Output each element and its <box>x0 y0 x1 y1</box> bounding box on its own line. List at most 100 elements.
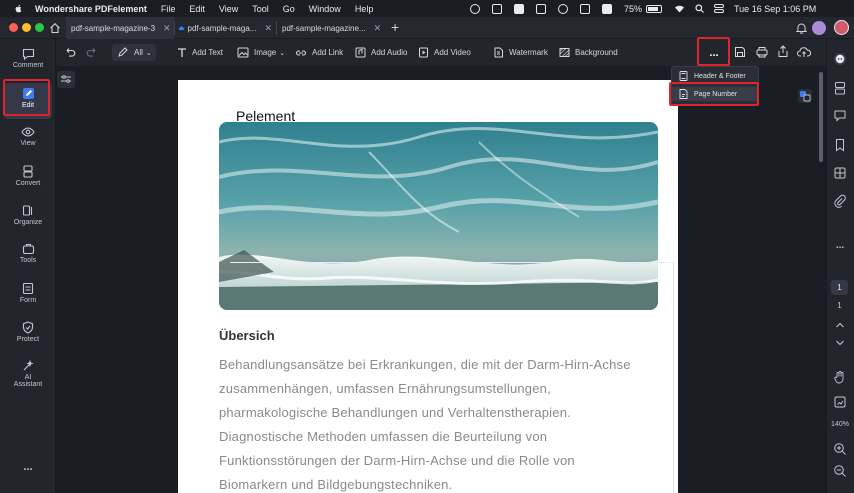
new-tab-button[interactable]: + <box>391 19 399 35</box>
attachment-icon[interactable] <box>833 194 847 208</box>
zoom-in-icon[interactable] <box>833 442 847 456</box>
tab-pdf-sample-magazine-3[interactable]: pdf-sample-magazine-3 ✕ <box>66 17 174 39</box>
profile-avatar[interactable] <box>834 20 849 35</box>
body-text-line[interactable]: Funktionsstörungen der Darm-Hirn-Achse u… <box>219 453 575 468</box>
status-app-icon-6[interactable] <box>580 3 590 14</box>
notification-bell-icon[interactable] <box>796 22 807 34</box>
sidebar-item-label: Tools <box>19 257 37 264</box>
translate-icon <box>800 91 811 102</box>
sidebar-item-edit[interactable]: Edit <box>4 83 52 119</box>
menu-item-header-footer[interactable]: Header & Footer <box>679 69 746 83</box>
add-link-button[interactable]: Add Link <box>295 44 343 61</box>
zoom-out-icon[interactable] <box>833 464 847 478</box>
wifi-icon[interactable] <box>674 4 685 13</box>
close-window-button[interactable] <box>9 23 18 32</box>
body-text-line[interactable]: Behandlungsansätze bei Erkrankungen, die… <box>219 357 631 372</box>
body-text-line[interactable]: Biomarkern und Bildgebungstechniken. <box>219 477 452 492</box>
organize-icon <box>22 205 33 216</box>
sidebar-item-organize[interactable]: Organize <box>4 200 52 236</box>
redo-icon[interactable] <box>86 46 98 58</box>
sidebar-item-label: Form <box>19 297 37 304</box>
ai-translate-float-button[interactable] <box>798 89 812 103</box>
add-link-label: Add Link <box>312 48 344 57</box>
thumbnails-icon[interactable] <box>833 81 847 95</box>
battery-icon[interactable] <box>646 4 663 13</box>
status-app-icon-4[interactable] <box>536 3 546 14</box>
status-app-icon-3[interactable] <box>514 3 524 14</box>
menu-window[interactable]: Window <box>309 4 341 14</box>
add-text-label: Add Text <box>192 48 223 57</box>
zoom-window-button[interactable] <box>35 23 44 32</box>
sidebar-more-button[interactable]: ... <box>4 461 52 479</box>
page-number-input[interactable]: 1 <box>831 280 848 295</box>
more-tools-button[interactable]: ... <box>702 44 726 61</box>
page-down-icon[interactable] <box>833 336 847 350</box>
close-tab-icon[interactable]: ✕ <box>264 23 272 34</box>
image-dropdown-button[interactable]: Image ⌄ <box>237 44 285 61</box>
cloud-upload-icon[interactable] <box>797 46 811 58</box>
close-tab-icon[interactable]: ✕ <box>163 23 171 34</box>
menu-edit[interactable]: Edit <box>189 4 205 14</box>
menu-item-page-number[interactable]: Page Number <box>671 87 757 101</box>
tab-pdf-sample-magazine-other[interactable]: pdf-sample-magazine... ✕ <box>282 17 382 39</box>
comments-panel-icon[interactable] <box>833 109 847 123</box>
watermark-button[interactable]: Watermark <box>493 44 548 61</box>
right-more-button[interactable]: ... <box>833 240 847 251</box>
status-app-icon-1[interactable] <box>470 3 480 14</box>
close-tab-icon[interactable]: ✕ <box>374 23 382 34</box>
add-text-button[interactable]: Add Text <box>177 44 223 61</box>
menu-go[interactable]: Go <box>283 4 295 14</box>
page-number-icon <box>679 89 688 99</box>
page-number-label: Page Number <box>694 90 738 98</box>
add-video-button[interactable]: Add Video <box>418 44 471 61</box>
page-up-icon[interactable] <box>833 318 847 332</box>
menu-tool[interactable]: Tool <box>252 4 269 14</box>
spotlight-search-icon[interactable] <box>695 4 704 13</box>
apple-logo-icon[interactable] <box>14 4 23 14</box>
sidebar-item-protect[interactable]: Protect <box>4 317 52 353</box>
ocean-wave-photo <box>219 122 658 310</box>
background-label: Background <box>575 48 618 57</box>
control-center-icon[interactable] <box>714 4 725 13</box>
add-audio-button[interactable]: Add Audio <box>355 44 407 61</box>
fit-page-icon[interactable] <box>833 395 847 409</box>
sidebar-item-label: Protect <box>16 336 40 343</box>
share-icon[interactable] <box>777 45 789 58</box>
background-button[interactable]: Background <box>559 44 618 61</box>
status-app-icon-7[interactable] <box>602 3 612 14</box>
datetime-label[interactable]: Tue 16 Sep 1:06 PM <box>734 4 816 14</box>
properties-panel-button[interactable] <box>57 71 75 88</box>
print-icon[interactable] <box>756 46 768 58</box>
ocean-wave-image[interactable] <box>219 122 658 310</box>
sidebar-item-tools[interactable]: Tools <box>4 239 52 275</box>
body-text-line[interactable]: zusammenhängen, umfassen Ernährungsumste… <box>219 381 551 396</box>
home-icon[interactable] <box>49 22 61 34</box>
body-text-line[interactable]: pharmakologische Behandlungen und Verhal… <box>219 405 571 420</box>
sidebar-item-convert[interactable]: Convert <box>4 161 52 197</box>
menu-help[interactable]: Help <box>355 4 374 14</box>
hand-tool-icon[interactable] <box>833 370 847 384</box>
sidebar-item-view[interactable]: View <box>4 122 52 158</box>
undo-icon[interactable] <box>64 46 76 58</box>
tab-pdf-sample-maga-cloud[interactable]: pdf-sample-maga... ✕ <box>178 17 272 39</box>
select-all-dropdown[interactable]: All ⌄ <box>112 44 156 61</box>
fields-icon[interactable] <box>833 166 847 180</box>
body-text-line[interactable]: Diagnostische Methoden umfassen die Beur… <box>219 429 547 444</box>
menu-view[interactable]: View <box>219 4 238 14</box>
avatar[interactable] <box>812 21 826 35</box>
page-title[interactable]: Pelement <box>236 108 295 124</box>
scrollbar-thumb[interactable] <box>819 72 823 162</box>
bookmark-icon[interactable] <box>833 138 847 152</box>
status-app-icon-2[interactable] <box>492 3 502 14</box>
save-icon[interactable] <box>734 46 746 58</box>
menu-file[interactable]: File <box>161 4 176 14</box>
sidebar-item-ai-assistant[interactable]: AI Assistant <box>4 356 52 396</box>
status-app-icon-5[interactable] <box>558 3 568 14</box>
zoom-level-label[interactable]: 140% <box>827 421 853 428</box>
sidebar-item-form[interactable]: Form <box>4 278 52 314</box>
ai-chat-icon[interactable] <box>833 52 847 66</box>
section-heading[interactable]: Übersich <box>219 328 275 343</box>
sidebar-item-comment[interactable]: Comment <box>4 44 52 80</box>
app-name-menu[interactable]: Wondershare PDFelement <box>35 4 147 14</box>
minimize-window-button[interactable] <box>22 23 31 32</box>
